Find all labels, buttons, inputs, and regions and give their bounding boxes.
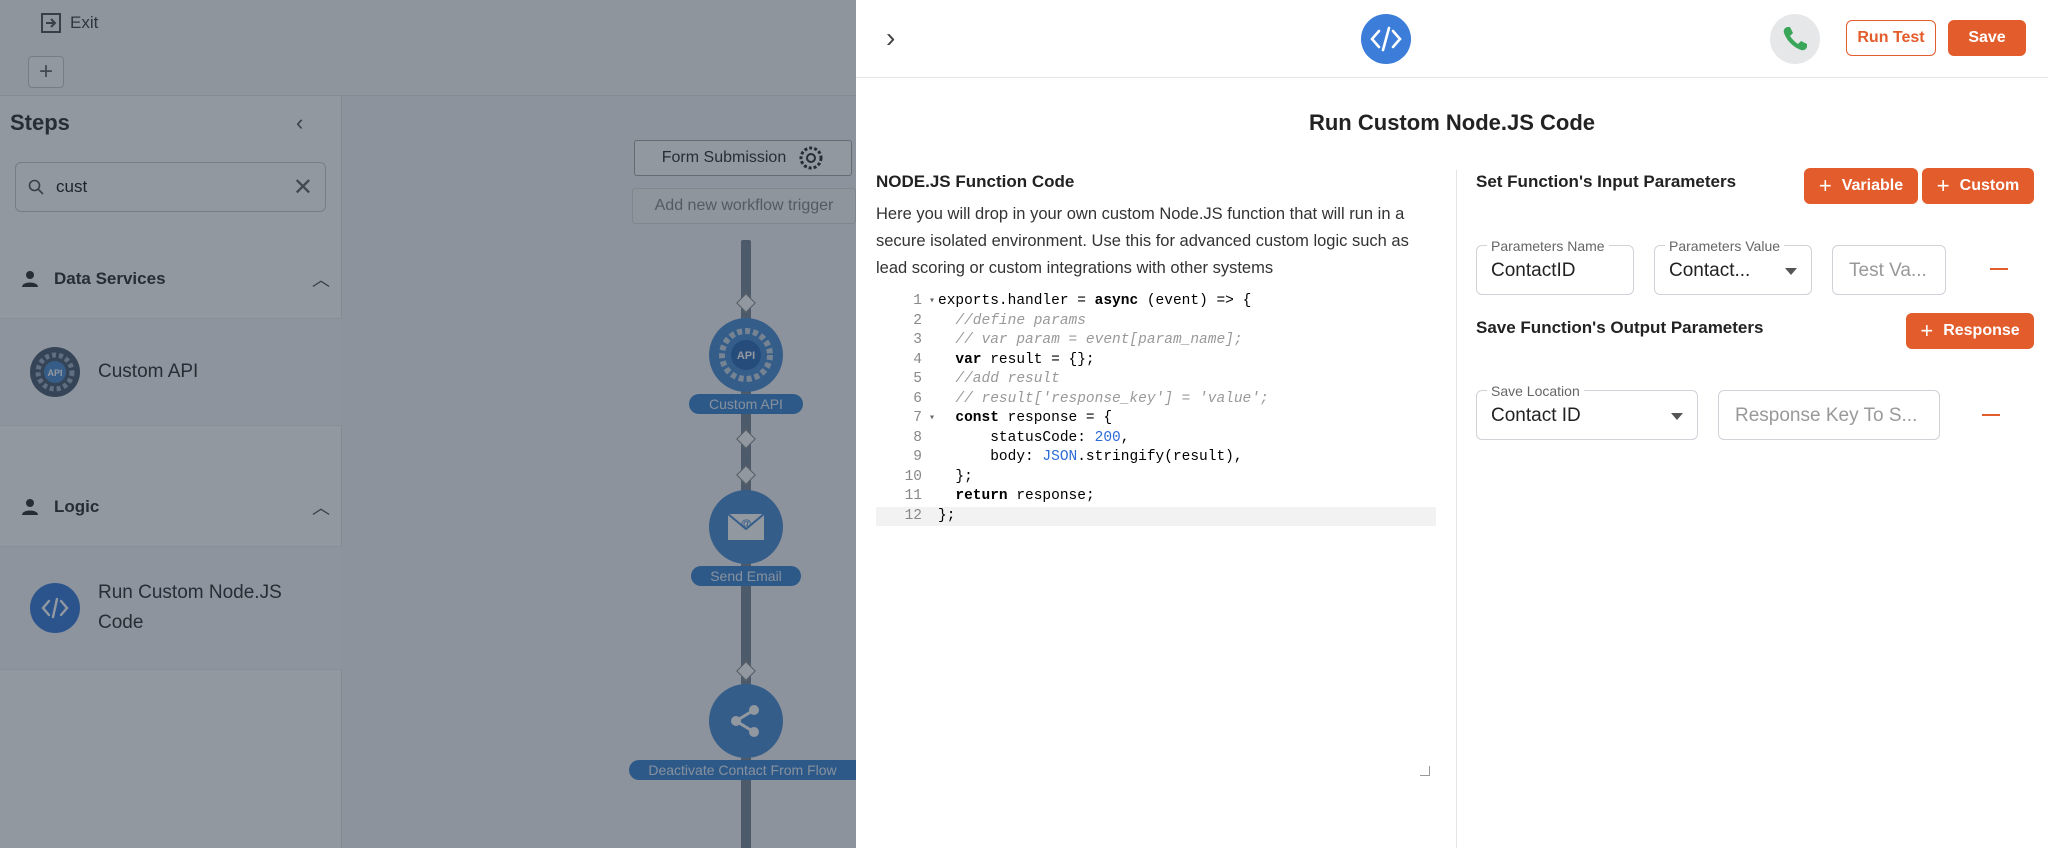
- parameter-value-select[interactable]: Parameters Value Contact...: [1654, 238, 1812, 295]
- parameter-name-field[interactable]: Parameters Name ContactID: [1476, 238, 1634, 295]
- phone-icon: [1783, 27, 1807, 51]
- code-line: 7 ▾ const response = {: [913, 410, 1113, 426]
- workflow-builder-background: Exit + Steps ‹ ✕ Data Services ︿: [0, 0, 856, 848]
- field-label: Parameters Value: [1665, 238, 1785, 254]
- panel-header: › Run Test Save: [856, 0, 2048, 78]
- code-line: 10 };: [904, 468, 973, 485]
- add-variable-button[interactable]: + Variable: [1804, 168, 1918, 204]
- code-icon: [1361, 14, 1411, 64]
- output-params-title: Save Function's Output Parameters: [1476, 318, 1764, 337]
- run-test-button[interactable]: Run Test: [1846, 20, 1936, 56]
- test-value-field[interactable]: Test Va...: [1832, 245, 1946, 295]
- phone-button[interactable]: [1770, 14, 1820, 64]
- panel-title: Run Custom Node.JS Code: [1308, 110, 1595, 135]
- remove-output-param-icon[interactable]: [1982, 414, 2000, 416]
- code-line: 9 body: JSON.stringify(result),: [913, 449, 1243, 465]
- code-line: 12};: [876, 506, 1436, 526]
- save-location-select[interactable]: Save Location Contact ID: [1476, 383, 1698, 440]
- code-section-description: Here you will drop in your own custom No…: [876, 205, 1409, 277]
- resize-handle[interactable]: [1420, 766, 1430, 776]
- code-line: 6 // result['response_key'] = 'value';: [913, 390, 1269, 407]
- plus-icon: +: [1936, 173, 1950, 198]
- column-divider: [1456, 170, 1457, 848]
- add-response-button[interactable]: + Response: [1906, 313, 2034, 349]
- field-value: Contact...: [1669, 260, 1751, 281]
- plus-icon: +: [1920, 318, 1934, 343]
- field-label: Parameters Name: [1487, 238, 1609, 254]
- code-editor[interactable]: 1 ▾ exports.handler = async (event) => { …: [876, 292, 1436, 782]
- code-line: 1 ▾ exports.handler = async (event) => {: [913, 293, 1252, 309]
- caret-down-icon: [1671, 413, 1683, 420]
- chevron-right-icon[interactable]: ›: [886, 22, 895, 54]
- field-placeholder: Test Va...: [1849, 260, 1927, 281]
- code-line: 3 // var param = event[param_name];: [913, 332, 1243, 348]
- code-section-heading: NODE.JS Function Code: [876, 172, 1075, 191]
- input-params-title: Set Function's Input Parameters: [1476, 172, 1737, 191]
- code-line: 4 var result = {};: [913, 351, 1095, 368]
- remove-input-param-icon[interactable]: [1990, 268, 2008, 270]
- code-line: 8 statusCode: 200,: [913, 429, 1130, 446]
- response-key-field[interactable]: Response Key To S...: [1718, 390, 1940, 440]
- add-custom-button[interactable]: + Custom: [1922, 168, 2034, 204]
- save-button[interactable]: Save: [1948, 20, 2026, 56]
- field-value: Contact ID: [1491, 405, 1581, 426]
- node-config-panel: › Run Test Save Run Custom Node.JS Code …: [856, 0, 2048, 848]
- modal-overlay[interactable]: [0, 0, 856, 848]
- code-line: 5 //add result: [913, 371, 1060, 387]
- button-label: Custom: [1959, 177, 2020, 194]
- button-label: Variable: [1841, 177, 1904, 194]
- field-label: Save Location: [1487, 383, 1584, 399]
- code-line: 11 return response;: [904, 488, 1095, 504]
- plus-icon: +: [1818, 173, 1832, 198]
- button-label: Response: [1943, 322, 2020, 339]
- field-value: ContactID: [1491, 260, 1576, 281]
- code-line: 2 //define params: [913, 312, 1086, 329]
- caret-down-icon: [1785, 268, 1797, 275]
- field-placeholder: Response Key To S...: [1735, 405, 1918, 426]
